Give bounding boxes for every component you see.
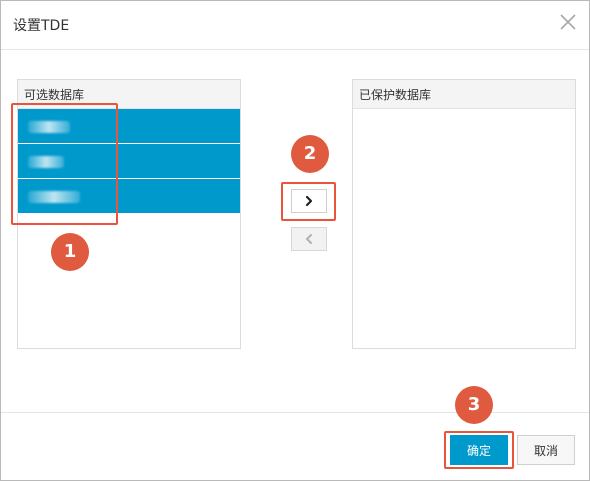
move-left-button[interactable] bbox=[291, 227, 327, 251]
cancel-button[interactable]: 取消 bbox=[517, 435, 575, 465]
close-icon[interactable] bbox=[559, 13, 577, 31]
confirm-button[interactable]: 确定 bbox=[450, 435, 508, 465]
chevron-left-icon bbox=[305, 233, 313, 245]
callout-badge-3: 3 bbox=[455, 386, 493, 424]
protected-databases-panel: 已保护数据库 bbox=[352, 79, 576, 349]
dialog-header: 设置TDE bbox=[1, 1, 589, 50]
move-right-button[interactable] bbox=[291, 189, 327, 213]
protected-databases-header: 已保护数据库 bbox=[353, 80, 575, 109]
callout-badge-2: 2 bbox=[291, 135, 329, 173]
callout-badge-1: 1 bbox=[51, 233, 89, 271]
tde-dialog: 设置TDE 可选数据库 已保护数据库 1 2 3 确定 取消 bbox=[0, 0, 590, 481]
chevron-right-icon bbox=[305, 195, 313, 207]
callout-highlight-1 bbox=[11, 103, 118, 225]
footer-divider bbox=[1, 412, 589, 413]
dialog-title: 设置TDE bbox=[13, 18, 70, 34]
close-icon-svg bbox=[560, 14, 576, 30]
